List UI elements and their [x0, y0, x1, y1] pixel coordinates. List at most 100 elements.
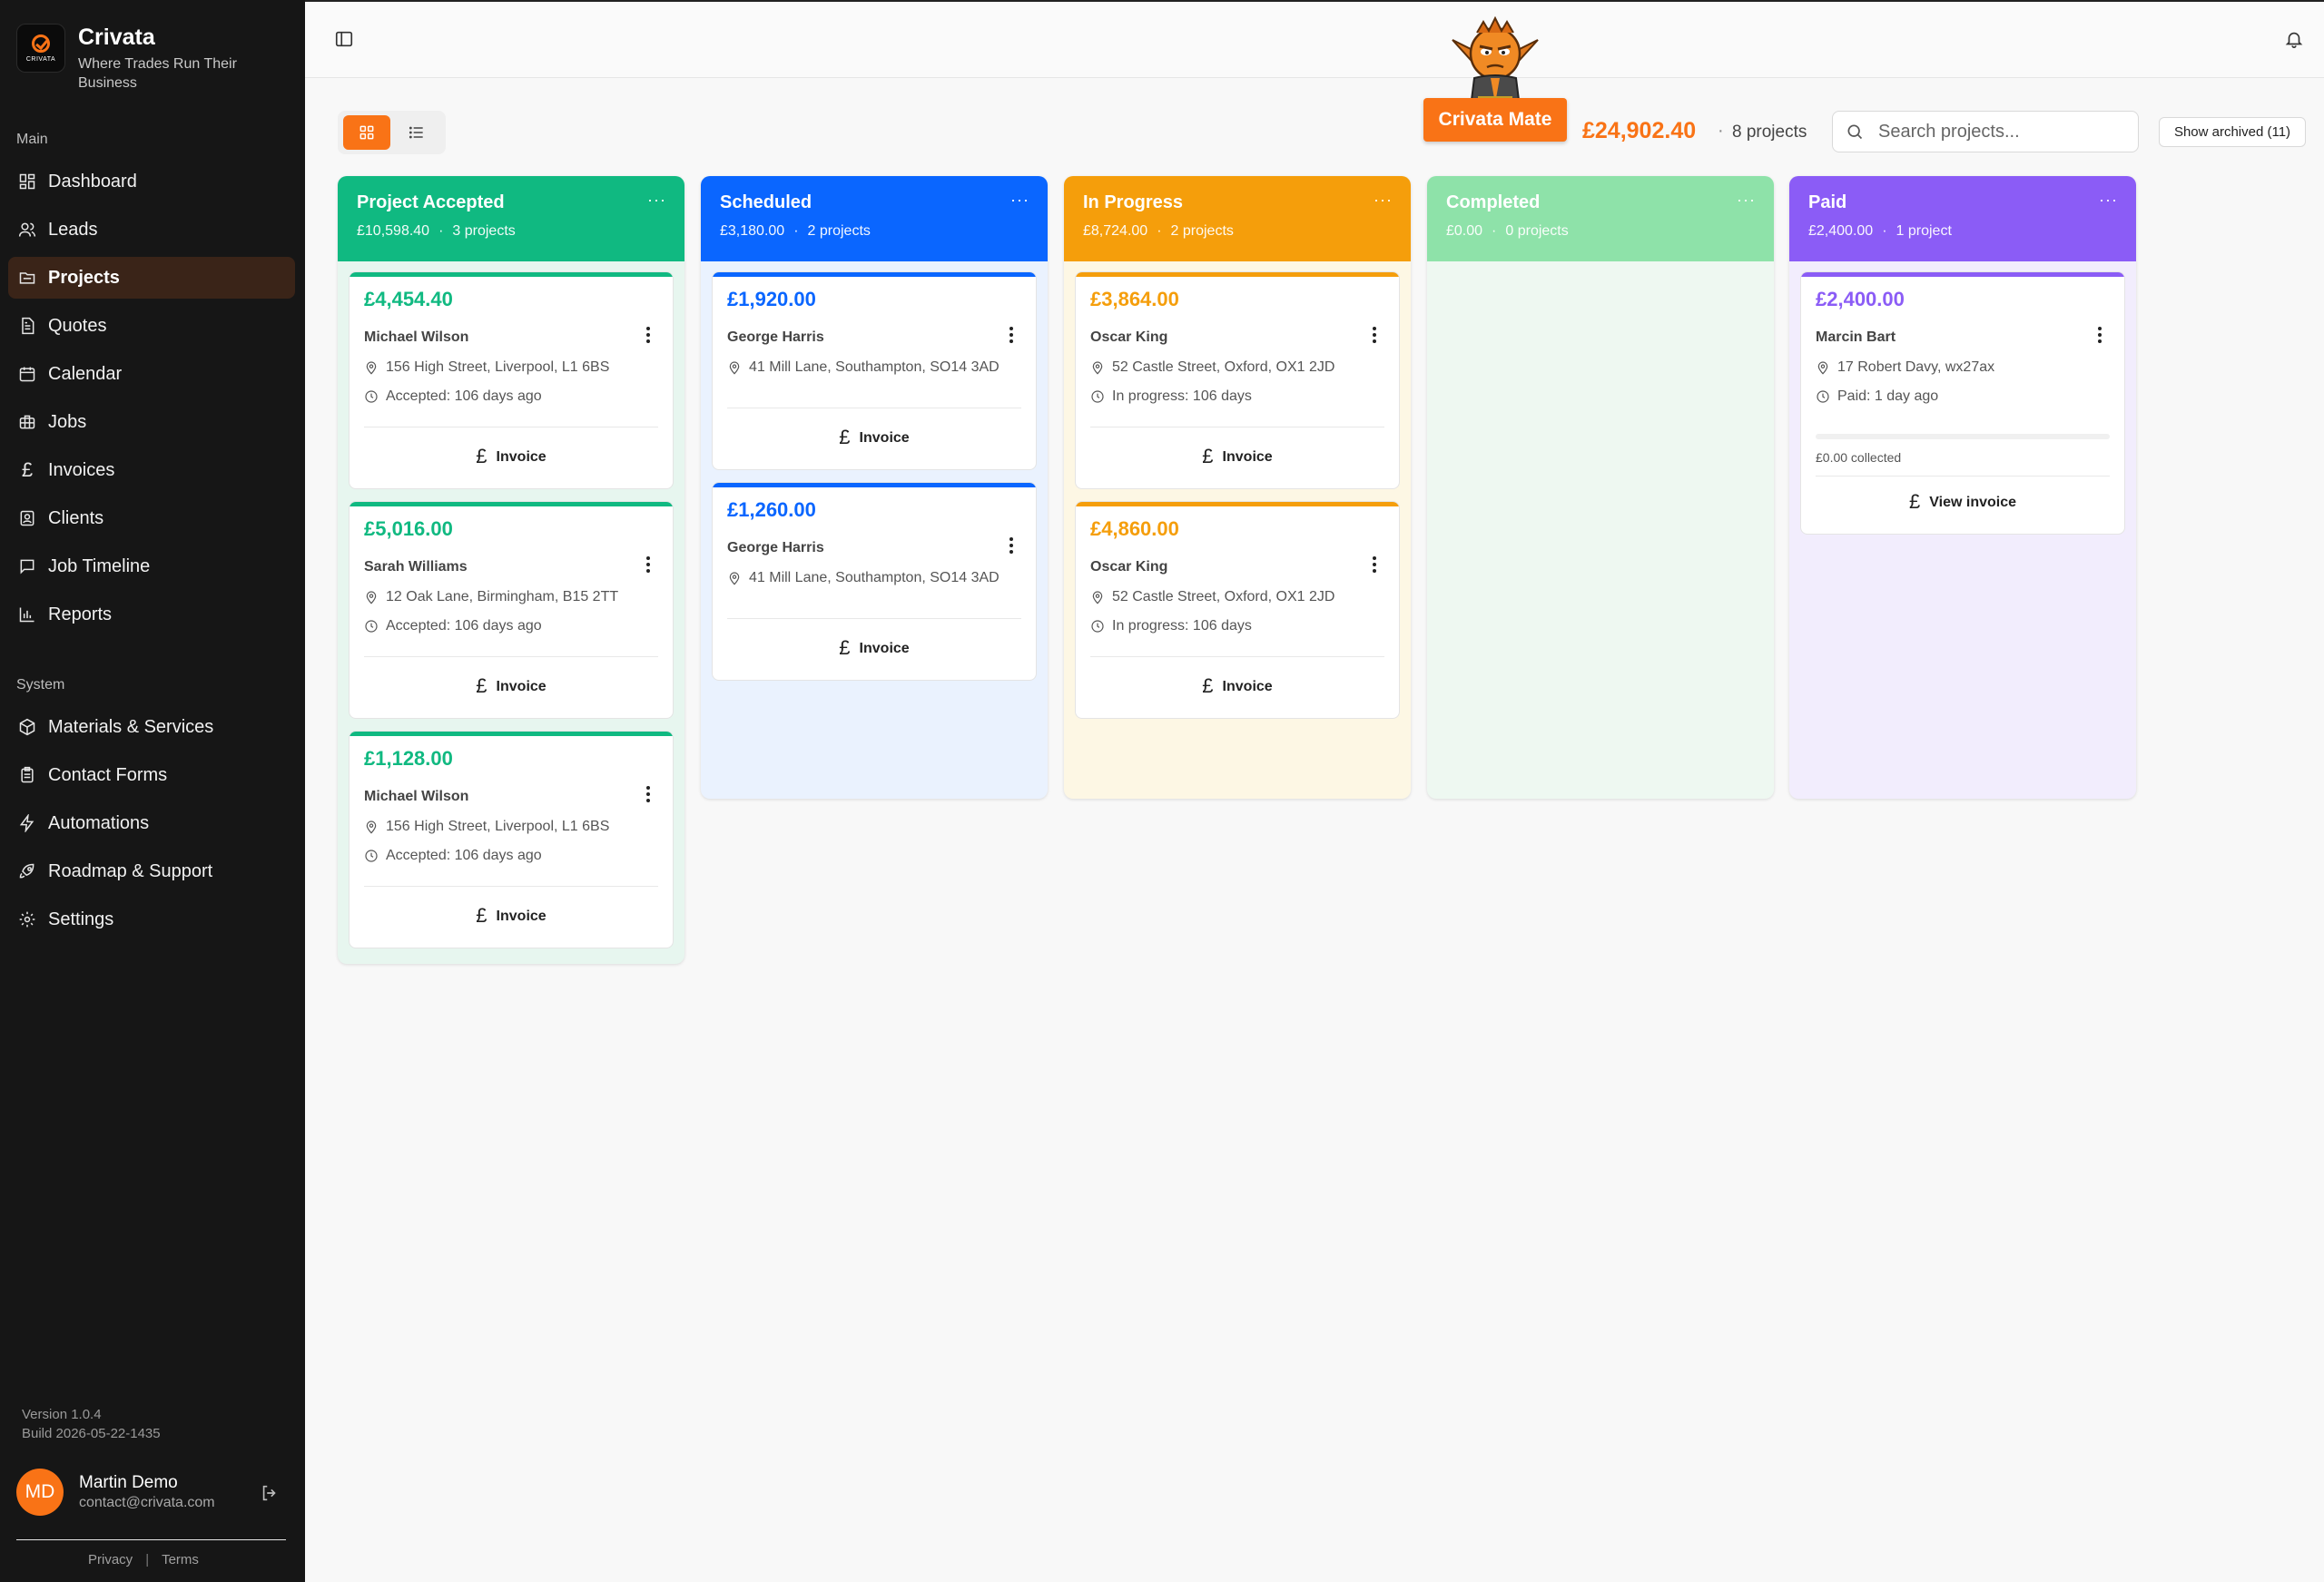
column-title: Project Accepted [357, 192, 505, 212]
card-amount: £4,454.40 [364, 288, 453, 310]
address-text: 52 Castle Street, Oxford, OX1 2JD [1112, 359, 1335, 375]
sidebar-item-label: Calendar [48, 363, 123, 384]
sidebar-item-projects[interactable]: Projects [8, 257, 295, 299]
logout-icon[interactable] [260, 1483, 280, 1503]
invoice-button[interactable]: £ Invoice [1076, 674, 1399, 698]
project-card[interactable]: £1,128.00 Michael Wilson 156 High Street… [349, 731, 674, 948]
column-summary: £10,598.40 · 3 projects [357, 223, 665, 240]
more-icon[interactable]: ··· [1737, 191, 1756, 210]
kebab-menu-icon[interactable] [1009, 537, 1014, 555]
clock-icon [1091, 390, 1104, 403]
kebab-menu-icon[interactable] [645, 556, 651, 575]
terms-link[interactable]: Terms [162, 1552, 199, 1567]
sidebar-item-label: Settings [48, 909, 114, 929]
clock-icon [1817, 390, 1829, 403]
sidebar-item-contact-forms[interactable]: Contact Forms [8, 754, 295, 796]
user-email: contact@crivata.com [79, 1495, 215, 1510]
sidebar-item-clients[interactable]: Clients [8, 497, 295, 539]
sidebar-item-settings[interactable]: Settings [8, 899, 295, 940]
crivata-mate-button[interactable]: Crivata Mate [1423, 98, 1567, 142]
file-icon [17, 316, 37, 336]
project-card[interactable]: £5,016.00 Sarah Williams 12 Oak Lane, Bi… [349, 501, 674, 719]
column-title: Paid [1808, 192, 1847, 212]
project-card[interactable]: £1,260.00 George Harris 41 Mill Lane, So… [712, 482, 1037, 681]
invoice-button[interactable]: £ Invoice [713, 426, 1036, 449]
kebab-menu-icon[interactable] [2097, 327, 2102, 345]
project-card[interactable]: £1,920.00 George Harris 41 Mill Lane, So… [712, 271, 1037, 470]
column-separator: · [793, 223, 799, 239]
more-icon[interactable]: ··· [2099, 191, 2118, 210]
action-label: Invoice [496, 909, 547, 924]
kebab-menu-icon[interactable] [1372, 327, 1377, 345]
list-icon [409, 126, 423, 139]
sidebar-item-job-timeline[interactable]: Job Timeline [8, 545, 295, 587]
brand[interactable]: CRIVATA Crivata Where Trades Run Their B… [16, 24, 260, 93]
sidebar-item-invoices[interactable]: £ Invoices [8, 449, 295, 491]
column-completed: Completed £0.00 · 0 projects ··· [1427, 176, 1774, 799]
column-count: 2 projects [807, 223, 871, 239]
kebab-menu-icon[interactable] [645, 327, 651, 345]
kebab-menu-icon[interactable] [1009, 327, 1014, 345]
sidebar-item-label: Materials & Services [48, 716, 214, 737]
invoice-button[interactable]: £ Invoice [350, 904, 673, 928]
card-amount: £1,260.00 [727, 498, 816, 521]
users-icon [17, 220, 37, 240]
sidebar-item-dashboard[interactable]: Dashboard [8, 161, 295, 202]
more-icon[interactable]: ··· [1374, 191, 1393, 210]
sidebar-item-jobs[interactable]: Jobs [8, 401, 295, 443]
more-icon[interactable]: ··· [1010, 191, 1029, 210]
sidebar-item-roadmap-support[interactable]: Roadmap & Support [8, 850, 295, 892]
pound-icon: £ [839, 426, 851, 448]
calendar-icon [17, 364, 37, 384]
kebab-menu-icon[interactable] [645, 786, 651, 804]
column-header: In Progress £8,724.00 · 2 projects ··· [1064, 176, 1411, 261]
sidebar-item-label: Dashboard [48, 171, 137, 192]
card-address: 12 Oak Lane, Birmingham, B15 2TT [364, 589, 618, 605]
sidebar-item-calendar[interactable]: Calendar [8, 353, 295, 395]
version-label: Version 1.0.4 [22, 1407, 102, 1422]
action-label: Invoice [1222, 679, 1273, 694]
build-label: Build 2026-05-22-1435 [22, 1426, 161, 1441]
more-icon[interactable]: ··· [647, 191, 666, 210]
user-name: Martin Demo [79, 1473, 178, 1492]
sidebar-toggle-icon[interactable] [334, 29, 354, 49]
column-scheduled: Scheduled £3,180.00 · 2 projects ··· £1,92… [701, 176, 1048, 799]
project-card[interactable]: £4,454.40 Michael Wilson 156 High Street… [349, 271, 674, 489]
kebab-menu-icon[interactable] [1372, 556, 1377, 575]
grid-view-button[interactable] [343, 115, 390, 150]
action-label: Invoice [496, 449, 547, 465]
address-text: 41 Mill Lane, Southampton, SO14 3AD [749, 359, 1000, 375]
card-amount: £3,864.00 [1090, 288, 1179, 310]
invoice-button[interactable]: £ Invoice [350, 674, 673, 698]
sidebar-item-materials-services[interactable]: Materials & Services [8, 706, 295, 748]
brand-logo-text: CRIVATA [25, 55, 56, 63]
search-input[interactable] [1878, 121, 2132, 142]
project-card[interactable]: £4,860.00 Oscar King 52 Castle Street, O… [1075, 501, 1400, 719]
view-invoice-button[interactable]: £ View invoice [1801, 490, 2124, 514]
list-view-button[interactable] [393, 115, 440, 150]
sidebar-item-label: Invoices [48, 459, 115, 480]
sidebar-item-leads[interactable]: Leads [8, 209, 295, 251]
sidebar-item-automations[interactable]: Automations [8, 802, 295, 844]
column-paid: Paid £2,400.00 · 1 project ··· £2,400.00 M… [1789, 176, 2136, 799]
card-client-name: George Harris [727, 329, 824, 345]
invoice-button[interactable]: £ Invoice [1076, 445, 1399, 468]
view-toggle [338, 111, 446, 154]
project-card[interactable]: £2,400.00 Marcin Bart 17 Robert Davy, wx… [1800, 271, 2125, 535]
sidebar-item-reports[interactable]: Reports [8, 594, 295, 635]
card-divider [364, 656, 658, 657]
invoice-button[interactable]: £ Invoice [350, 445, 673, 468]
card-accent-bar [1801, 272, 2124, 277]
invoice-button[interactable]: £ Invoice [713, 636, 1036, 660]
clipboard-icon [17, 765, 37, 785]
sidebar-item-quotes[interactable]: Quotes [8, 305, 295, 347]
card-status: Accepted: 106 days ago [364, 848, 542, 864]
project-card[interactable]: £3,864.00 Oscar King 52 Castle Street, O… [1075, 271, 1400, 489]
column-separator: · [438, 223, 444, 239]
address-text: 52 Castle Street, Oxford, OX1 2JD [1112, 589, 1335, 604]
user-profile[interactable]: MD Martin Demo contact@crivata.com [16, 1469, 289, 1516]
privacy-link[interactable]: Privacy [88, 1552, 133, 1567]
show-archived-button[interactable]: Show archived (11) [2159, 117, 2306, 147]
card-amount: £2,400.00 [1816, 288, 1905, 310]
bell-icon[interactable] [2284, 29, 2304, 49]
